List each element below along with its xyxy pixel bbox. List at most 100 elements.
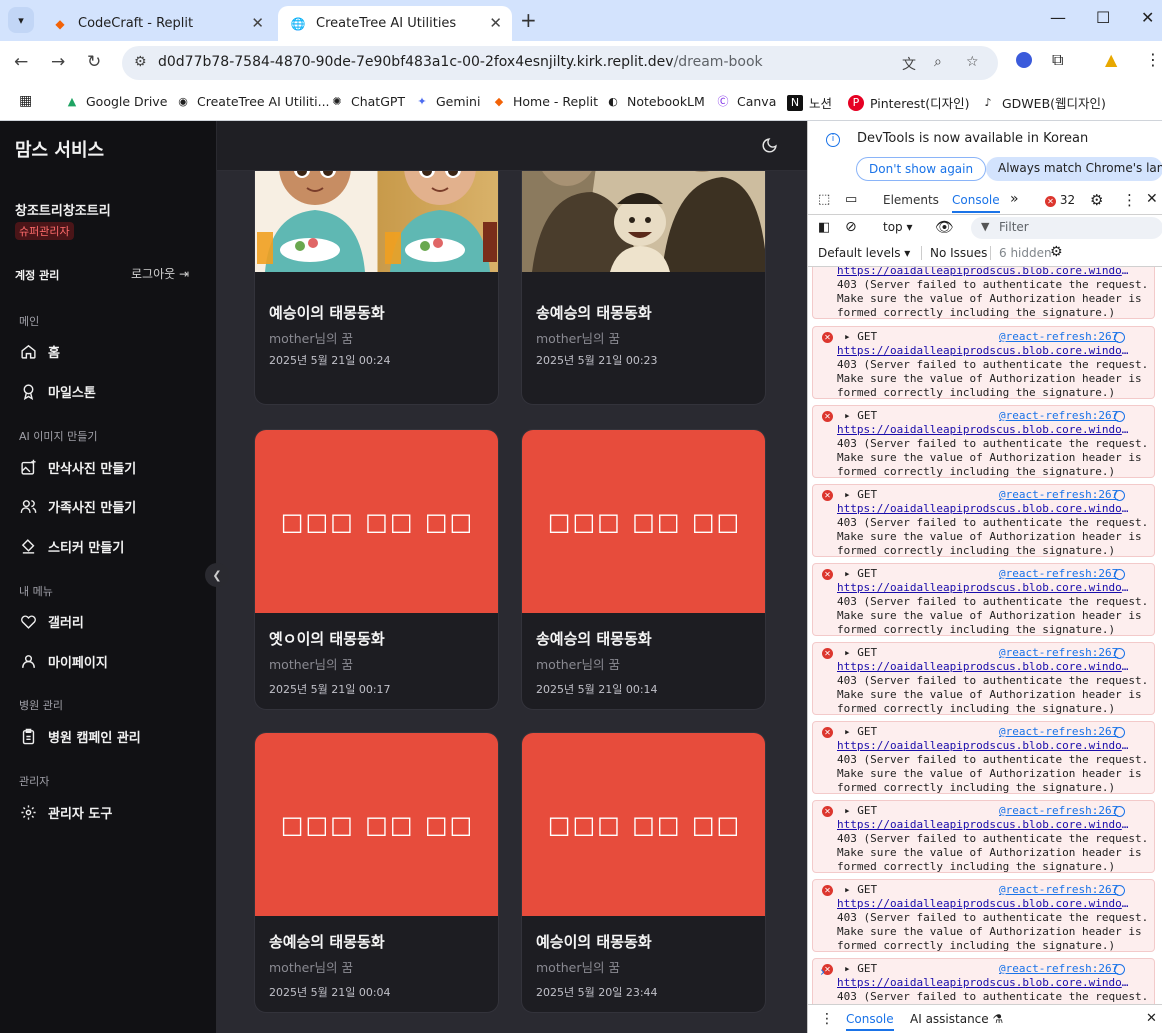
collapse-sidebar-button[interactable]: ❮	[205, 563, 229, 587]
error-url-link[interactable]: https://oaidalleapiprodscus.blob.core.wi…	[837, 897, 1133, 910]
console-error-entry[interactable]: ✕ ▸ GET @react-refresh:267 https://oaidalle…	[812, 800, 1155, 873]
sidebar-item-family[interactable]: 가족사진 만들기	[19, 497, 136, 516]
network-link-icon[interactable]	[1114, 806, 1125, 817]
expand-triangle-get[interactable]: ▸ GET	[844, 567, 877, 580]
settings-gear-icon[interactable]: ⚙	[1090, 191, 1103, 209]
bookmark-gdweb[interactable]: ♪ GDWEB(웹디자인)	[980, 93, 1105, 112]
story-card[interactable]: □□□ □□ □□ 옛ㅇ이의 태몽동화 mother님의 꿈 2025년 5월 …	[254, 429, 499, 710]
tab-codecraft[interactable]: ◆ CodeCraft - Replit ✕	[40, 6, 274, 41]
translate-icon[interactable]: 文	[902, 54, 916, 74]
sidebar-item-sticker[interactable]: 스티커 만들기	[19, 537, 124, 556]
error-source-link[interactable]: @react-refresh:267	[999, 804, 1118, 817]
network-link-icon[interactable]	[1114, 727, 1125, 738]
minimize-icon[interactable]: —	[1050, 8, 1066, 27]
bookmark-replit[interactable]: ◆ Home - Replit	[491, 93, 598, 109]
account-settings-link[interactable]: 계정 관리	[15, 267, 59, 283]
drawer-tab-ai-assistance[interactable]: AI assistance ⚗	[910, 1012, 1003, 1026]
bookmark-chatgpt[interactable]: ✺ ChatGPT	[329, 93, 405, 109]
tab-elements[interactable]: Elements	[883, 193, 939, 207]
issues-count[interactable]: No Issues	[921, 246, 987, 260]
bookmark-gemini[interactable]: ✦ Gemini	[414, 93, 480, 109]
console-error-entry[interactable]: ✕ ▸ GET @react-refresh:267 https://oaidalle…	[812, 958, 1155, 1004]
error-count-badge[interactable]: ✕ 32	[1045, 193, 1075, 207]
new-tab-icon[interactable]: +	[520, 8, 537, 32]
sidebar-item-home[interactable]: 홈	[19, 342, 60, 361]
bookmark-notion[interactable]: N 노션	[787, 93, 832, 112]
expand-triangle-get[interactable]: ▸ GET	[844, 488, 877, 501]
error-source-link[interactable]: @react-refresh:267	[999, 962, 1118, 975]
error-source-link[interactable]: @react-refresh:267	[999, 488, 1118, 501]
sidebar-item-mypage[interactable]: 마이페이지	[19, 652, 108, 671]
console-error-entry[interactable]: ✕ ▸ GET @react-refresh:267 https://oaidalle…	[812, 879, 1155, 952]
theme-toggle-moon-icon[interactable]	[761, 137, 778, 158]
sidebar-item-maternity[interactable]: 만삭사진 만들기	[19, 458, 136, 477]
network-link-icon[interactable]	[1114, 648, 1125, 659]
expand-triangle-get[interactable]: ▸ GET	[844, 330, 877, 343]
log-levels-select[interactable]: Default levels ▾	[818, 246, 910, 260]
inspect-element-icon[interactable]: ⬚	[818, 192, 830, 207]
error-url-link[interactable]: https://oaidalleapiprodscus.blob.core.wi…	[837, 976, 1133, 989]
network-link-icon[interactable]	[1114, 569, 1125, 580]
story-card[interactable]: □□□ □□ □□ 송예승의 태몽동화 mother님의 꿈 2025년 5월 …	[521, 429, 766, 710]
story-card[interactable]: □□□ □□ □□ 예승이의 태몽동화 mother님의 꿈 2025년 5월 …	[521, 732, 766, 1013]
console-error-entry[interactable]: ✕ ▸ GET @react-refresh:267 https://oaidalle…	[812, 484, 1155, 557]
network-link-icon[interactable]	[1114, 332, 1125, 343]
close-tab-icon[interactable]: ✕	[251, 14, 264, 32]
error-url-link[interactable]: https://oaidalleapiprodscus.blob.core.wi…	[837, 267, 1133, 277]
sidebar-item-gallery[interactable]: 갤러리	[19, 612, 84, 631]
error-source-link[interactable]: @react-refresh:267	[999, 883, 1118, 896]
console-prompt-icon[interactable]: ›	[820, 965, 825, 980]
tab-createtree[interactable]: 🌐 CreateTree AI Utilities ✕	[278, 6, 512, 41]
error-source-link[interactable]: @react-refresh:267	[999, 567, 1118, 580]
maximize-icon[interactable]: ☐	[1096, 8, 1110, 27]
puzzle-extensions-icon[interactable]: ⧉	[1052, 50, 1063, 70]
error-source-link[interactable]: @react-refresh:267	[999, 725, 1118, 738]
always-match-language-button[interactable]: Always match Chrome's langua	[986, 157, 1162, 181]
console-error-entry[interactable]: ✕ ▸ GET @react-refresh:267 https://oaidalle…	[812, 642, 1155, 715]
more-tabs-icon[interactable]: »	[1010, 191, 1019, 207]
error-url-link[interactable]: https://oaidalleapiprodscus.blob.core.wi…	[837, 344, 1133, 357]
expand-triangle-get[interactable]: ▸ GET	[844, 725, 877, 738]
forward-icon[interactable]: →	[51, 52, 65, 72]
drawer-menu-icon[interactable]: ⋮	[820, 1011, 834, 1027]
device-toolbar-icon[interactable]: ▭	[845, 192, 857, 207]
error-url-link[interactable]: https://oaidalleapiprodscus.blob.core.wi…	[837, 581, 1133, 594]
bookmark-createtree[interactable]: ◉ CreateTree AI Utiliti...	[175, 93, 329, 109]
sidebar-item-campaign[interactable]: 병원 캠페인 관리	[19, 727, 141, 746]
bookmark-canva[interactable]: Ⓒ Canva	[715, 93, 777, 109]
apps-grid-icon[interactable]: ▦	[19, 93, 32, 109]
back-icon[interactable]: ←	[14, 52, 28, 72]
bookmark-pinterest[interactable]: P Pinterest(디자인)	[848, 93, 969, 112]
logout-button[interactable]: 로그아웃 ⇥	[131, 265, 189, 282]
error-url-link[interactable]: https://oaidalleapiprodscus.blob.core.wi…	[837, 818, 1133, 831]
expand-triangle-get[interactable]: ▸ GET	[844, 804, 877, 817]
expand-triangle-get[interactable]: ▸ GET	[844, 962, 877, 975]
console-settings-icon[interactable]: ⚙	[1050, 244, 1063, 260]
error-source-link[interactable]: @react-refresh:267	[999, 409, 1118, 422]
address-bar[interactable]: ⚙ d0d77b78-7584-4870-90de-7e90bf483a1c-0…	[122, 46, 998, 80]
sidebar-item-milestone[interactable]: 마일스톤	[19, 382, 96, 401]
bookmark-notebooklm[interactable]: ◐ NotebookLM	[605, 93, 705, 109]
console-error-entry[interactable]: ✕ ▸ GET @react-refresh:267 https://oaidalle…	[812, 326, 1155, 399]
network-link-icon[interactable]	[1114, 885, 1125, 896]
error-url-link[interactable]: https://oaidalleapiprodscus.blob.core.wi…	[837, 423, 1133, 436]
sidebar-item-admin-tools[interactable]: 관리자 도구	[19, 803, 112, 822]
close-window-icon[interactable]: ✕	[1141, 8, 1154, 27]
dont-show-again-button[interactable]: Don't show again	[856, 157, 987, 181]
console-error-entry[interactable]: https://oaidalleapiprodscus.blob.core.wi…	[812, 267, 1155, 319]
sidebar-toggle-icon[interactable]: ◧	[818, 220, 830, 235]
network-link-icon[interactable]	[1114, 411, 1125, 422]
error-url-link[interactable]: https://oaidalleapiprodscus.blob.core.wi…	[837, 502, 1133, 515]
zoom-icon[interactable]: ⌕	[934, 54, 942, 70]
extension-icon[interactable]	[1016, 52, 1032, 68]
error-url-link[interactable]: https://oaidalleapiprodscus.blob.core.wi…	[837, 739, 1133, 752]
reload-icon[interactable]: ↻	[87, 52, 101, 72]
site-info-icon[interactable]: ⚙	[134, 54, 147, 70]
network-link-icon[interactable]	[1114, 490, 1125, 501]
console-error-entry[interactable]: ✕ ▸ GET @react-refresh:267 https://oaidalle…	[812, 563, 1155, 636]
devtools-menu-icon[interactable]: ⋮	[1122, 191, 1137, 209]
close-devtools-icon[interactable]: ✕	[1146, 191, 1158, 207]
bookmark-star-icon[interactable]: ☆	[966, 54, 979, 70]
console-filter-input[interactable]: ▼ Filter	[971, 217, 1162, 239]
menu-kebab-icon[interactable]: ⋮	[1145, 50, 1161, 69]
